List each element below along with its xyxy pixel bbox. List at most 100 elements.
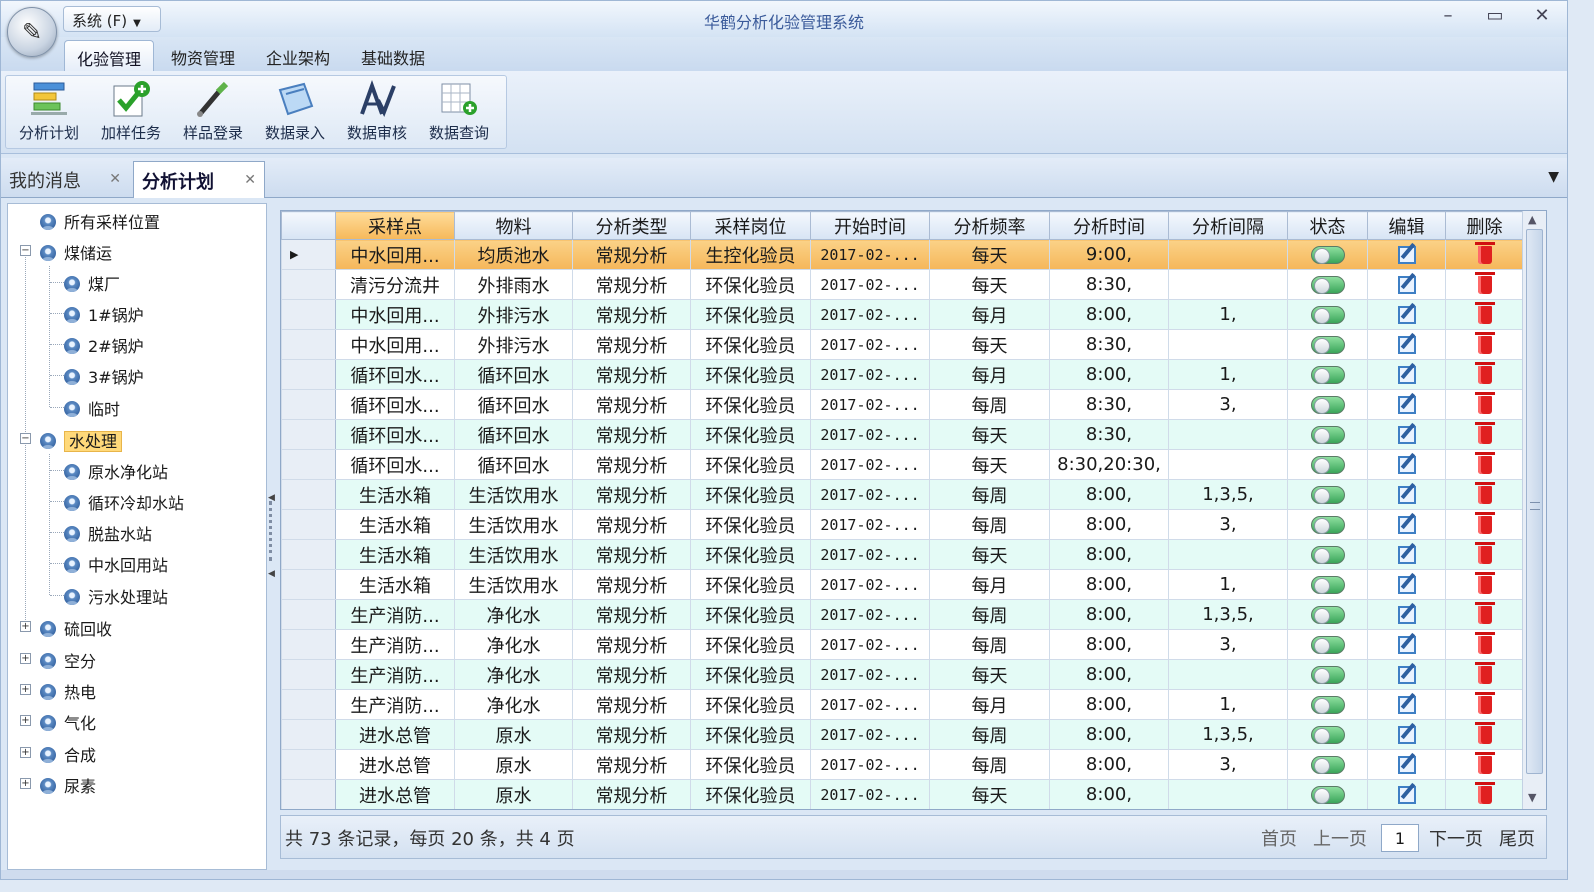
table-row[interactable]: 清污分流井 外排雨水 常规分析 环保化验员 2017-02-... 每天 8:30, [281,269,1524,300]
col-header[interactable]: 编辑 [1367,211,1446,240]
status-toggle-icon[interactable] [1310,246,1345,264]
expand-icon[interactable]: + [20,715,31,726]
ribbon-tab-materials[interactable]: 物资管理 [159,40,247,71]
tree-item-desalted-water-station[interactable]: 脱盐水站 [64,518,152,546]
col-header[interactable]: 分析频率 [929,211,1050,240]
maximize-icon[interactable]: ▭ [1481,5,1509,26]
tree-item-raw-water-station[interactable]: 原水净化站 [64,456,168,484]
delete-icon[interactable] [1474,482,1495,504]
table-row[interactable]: 进水总管 原水 常规分析 环保化验员 2017-02-... 每周 8:00, 1,3,5, [281,719,1524,750]
table-row[interactable]: 生产消防... 净化水 常规分析 环保化验员 2017-02-... 每月 8:00, 1, [281,689,1524,720]
table-row[interactable]: 循环回水... 循环回水 常规分析 环保化验员 2017-02-... 每天 8:30,20… [281,449,1524,480]
delete-icon[interactable] [1474,452,1495,474]
vertical-scrollbar[interactable]: ▲ ▼ [1522,211,1546,809]
tree-item-cooling-water-station[interactable]: 循环冷却水站 [64,487,184,515]
row-indicator[interactable] [281,539,336,570]
delete-icon[interactable] [1474,272,1495,294]
expand-icon[interactable]: + [20,778,31,789]
col-header[interactable]: 开始时间 [810,211,930,240]
tree-item-sewage-station[interactable]: 污水处理站 [64,581,168,609]
expand-icon[interactable]: + [20,747,31,758]
status-toggle-icon[interactable] [1310,696,1345,714]
edit-icon[interactable] [1397,696,1416,714]
tree-item-coal[interactable]: 煤储运 [40,237,112,265]
delete-icon[interactable] [1474,572,1495,594]
sample-login-button[interactable]: 样品登录 [174,80,252,148]
row-indicator[interactable] [281,359,336,390]
row-indicator[interactable] [281,389,336,420]
data-query-button[interactable]: 数据查询 [420,80,498,148]
tab-analysis-plan[interactable]: 分析计划 ✕ [133,161,265,198]
row-indicator[interactable] [281,719,336,750]
delete-icon[interactable] [1474,632,1495,654]
edit-icon[interactable] [1397,396,1416,414]
row-indicator[interactable] [281,779,336,809]
col-header[interactable]: 删除 [1445,211,1524,240]
edit-icon[interactable] [1397,336,1416,354]
row-indicator[interactable] [281,599,336,630]
edit-icon[interactable] [1397,636,1416,654]
expand-icon[interactable]: + [20,653,31,664]
panel-splitter[interactable]: ◀ ◀ [267,201,277,871]
status-toggle-icon[interactable] [1310,276,1345,294]
analysis-plan-button[interactable]: 分析计划 [10,80,88,148]
collapse-icon[interactable]: − [20,433,31,444]
tree-item-coal-yard[interactable]: 煤厂 [64,268,120,296]
tab-list-dropdown-icon[interactable]: ▼ [1548,169,1559,185]
prev-page-link[interactable]: 上一页 [1313,825,1367,851]
table-row[interactable]: 生产消防... 净化水 常规分析 环保化验员 2017-02-... 每周 8:00, 3, [281,629,1524,660]
col-header[interactable]: 采样岗位 [690,211,811,240]
col-header[interactable]: 物料 [454,211,573,240]
status-toggle-icon[interactable] [1310,786,1345,804]
table-row[interactable]: 循环回水... 循环回水 常规分析 环保化验员 2017-02-... 每月 8:00, 1, [281,359,1524,390]
status-toggle-icon[interactable] [1310,426,1345,444]
scroll-up-icon[interactable]: ▲ [1528,213,1536,226]
table-row[interactable]: 进水总管 原水 常规分析 环保化验员 2017-02-... 每天 8:00, [281,779,1524,809]
delete-icon[interactable] [1474,422,1495,444]
data-review-button[interactable]: 数据审核 [338,80,416,148]
tree-item-temporary[interactable]: 临时 [64,393,120,421]
delete-icon[interactable] [1474,782,1495,804]
edit-icon[interactable] [1397,756,1416,774]
tree-item-synthesis[interactable]: 合成 [40,739,96,767]
tree-item-gasification[interactable]: 气化 [40,707,96,735]
col-header[interactable]: 分析间隔 [1168,211,1288,240]
edit-icon[interactable] [1397,786,1416,804]
first-page-link[interactable]: 首页 [1261,825,1297,851]
status-toggle-icon[interactable] [1310,636,1345,654]
expand-icon[interactable]: + [20,684,31,695]
status-toggle-icon[interactable] [1310,666,1345,684]
next-page-link[interactable]: 下一页 [1429,825,1483,851]
edit-icon[interactable] [1397,606,1416,624]
status-toggle-icon[interactable] [1310,606,1345,624]
status-toggle-icon[interactable] [1310,336,1345,354]
edit-icon[interactable] [1397,276,1416,294]
close-icon[interactable]: ✕ [244,172,256,188]
row-indicator[interactable] [281,629,336,660]
delete-icon[interactable] [1474,752,1495,774]
collapse-icon[interactable]: − [20,245,31,256]
current-row-indicator-icon[interactable]: ▶ [281,239,336,270]
edit-icon[interactable] [1397,726,1416,744]
delete-icon[interactable] [1474,722,1495,744]
table-row[interactable]: 中水回用... 外排污水 常规分析 环保化验员 2017-02-... 每天 8:30, [281,329,1524,360]
status-toggle-icon[interactable] [1310,366,1345,384]
status-toggle-icon[interactable] [1310,546,1345,564]
table-row[interactable]: 生活水箱 生活饮用水 常规分析 环保化验员 2017-02-... 每周 8:00, 3, [281,509,1524,540]
tree-item-urea[interactable]: 尿素 [40,770,96,798]
tree-item-boiler-2[interactable]: 2#锅炉 [64,330,144,358]
last-page-link[interactable]: 尾页 [1499,825,1535,851]
delete-icon[interactable] [1474,302,1495,324]
table-row[interactable]: 进水总管 原水 常规分析 环保化验员 2017-02-... 每周 8:00, 3, [281,749,1524,780]
app-menu-button[interactable]: ✎ [7,7,57,57]
col-header[interactable]: 状态 [1287,211,1368,240]
delete-icon[interactable] [1474,362,1495,384]
table-row[interactable]: 循环回水... 循环回水 常规分析 环保化验员 2017-02-... 每周 8:30, 3, [281,389,1524,420]
status-toggle-icon[interactable] [1310,726,1345,744]
delete-icon[interactable] [1474,242,1495,264]
table-row[interactable]: 生产消防... 净化水 常规分析 环保化验员 2017-02-... 每天 8:00, [281,659,1524,690]
delete-icon[interactable] [1474,662,1495,684]
col-header[interactable]: 分析时间 [1049,211,1169,240]
status-toggle-icon[interactable] [1310,486,1345,504]
ribbon-tab-org[interactable]: 企业架构 [254,40,342,71]
